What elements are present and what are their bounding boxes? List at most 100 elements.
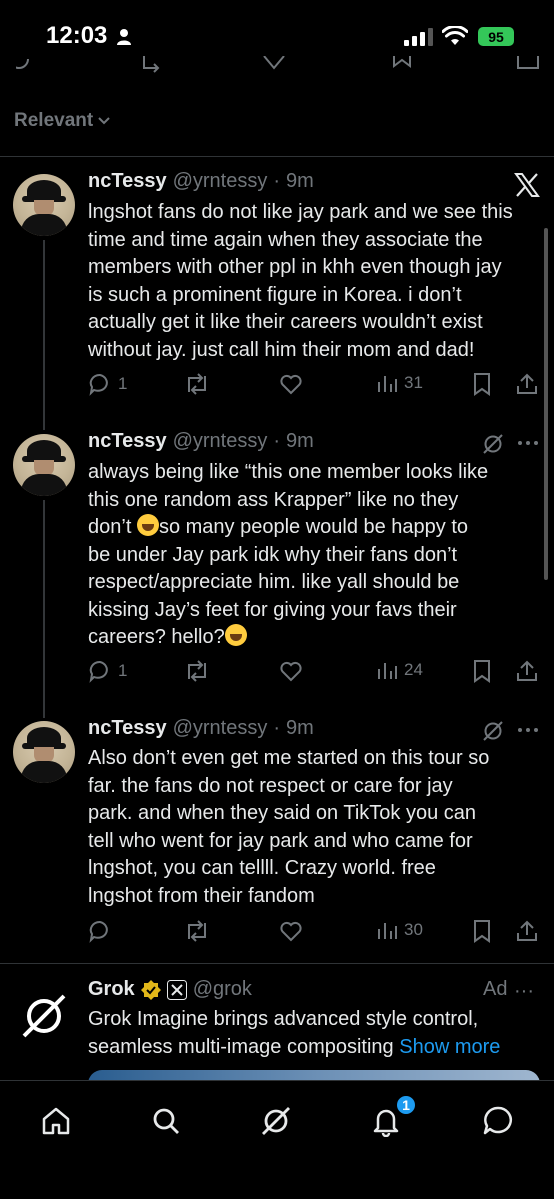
x-logo-icon[interactable]	[514, 172, 540, 198]
ad-author-name[interactable]: Grok	[88, 978, 135, 1001]
author-handle[interactable]: @yrntessy	[173, 170, 268, 193]
author-handle[interactable]: @yrntessy	[173, 717, 268, 740]
tweet-line: this one random ass Krapper” like no the…	[88, 488, 459, 511]
repost-icon[interactable]	[140, 56, 164, 76]
tweet-line: lngshot from their fandom	[88, 884, 315, 907]
grok-icon[interactable]	[482, 433, 504, 455]
scrollbar[interactable]	[544, 228, 548, 580]
tweet-line: without jay. just call him their mom and…	[88, 338, 475, 361]
like-button[interactable]	[279, 372, 309, 396]
views-chart-icon	[378, 376, 397, 392]
share-icon[interactable]	[516, 56, 540, 76]
tweet-text-fragment: don’t	[88, 516, 132, 538]
avatar[interactable]	[13, 174, 75, 236]
tweet-actions: 1 24	[88, 659, 540, 687]
previous-tweet-actions	[0, 56, 554, 76]
author-name[interactable]: ncTessy	[88, 717, 167, 740]
tweet-header: ncTessy @yrntessy · 9m	[88, 170, 314, 193]
bookmark-icon[interactable]	[471, 372, 493, 396]
ad-header: Grok @grok	[88, 978, 252, 1001]
avatar[interactable]	[13, 721, 75, 783]
author-handle[interactable]: @yrntessy	[173, 430, 268, 453]
tweet-line: actually get it like their careers would…	[88, 311, 483, 333]
repost-button[interactable]	[184, 372, 216, 396]
tweet-text: Also don’t even get me started on this t…	[88, 745, 540, 910]
reply-button[interactable]: 1	[88, 372, 127, 396]
share-icon[interactable]	[515, 919, 539, 943]
tweet-header: ncTessy @yrntessy · 9m	[88, 430, 314, 453]
tab-messages[interactable]	[478, 1101, 518, 1141]
views-button[interactable]: 30	[376, 919, 423, 941]
more-options-icon[interactable]	[517, 727, 539, 733]
tweet-line: park. and when they said on TikTok you c…	[88, 802, 477, 824]
more-options-icon[interactable]: ···	[514, 980, 534, 1003]
reply-icon	[89, 373, 108, 396]
reply-button[interactable]	[88, 919, 118, 943]
x-affiliate-badge-icon	[166, 979, 187, 1000]
tab-grok[interactable]	[256, 1101, 296, 1141]
tweet-header: ncTessy @yrntessy · 9m	[88, 717, 314, 740]
view-count: 30	[404, 920, 423, 939]
tweet-line: is such a prominent figure in Korea. i d…	[88, 283, 462, 306]
view-count: 24	[404, 660, 423, 679]
ad-text: Grok Imagine brings advanced style contr…	[88, 1006, 540, 1061]
reply-icon	[89, 920, 108, 943]
ad-author-handle[interactable]: @grok	[193, 978, 252, 1001]
ad-line: seamless multi-image compositing Show mo…	[88, 1034, 540, 1062]
share-icon[interactable]	[515, 372, 539, 396]
reply-icon[interactable]	[16, 56, 40, 76]
author-name[interactable]: ncTessy	[88, 170, 167, 193]
search-icon	[153, 1108, 179, 1134]
tweet-actions: 1 31	[88, 372, 540, 400]
views-button[interactable]: 31	[376, 372, 423, 394]
like-button[interactable]	[279, 919, 309, 943]
divider	[0, 963, 554, 964]
ad-text-fragment: seamless multi-image compositing	[88, 1035, 394, 1058]
ad-line: Grok Imagine brings advanced style contr…	[88, 1008, 479, 1030]
tab-search[interactable]	[146, 1101, 186, 1141]
tweet-line: kissing Jay’s feet for giving your favs …	[88, 598, 457, 621]
bookmark-icon[interactable]	[471, 659, 493, 683]
loudly-crying-face-emoji	[136, 514, 159, 536]
reply-icon	[89, 660, 108, 683]
share-icon[interactable]	[515, 659, 539, 683]
like-button[interactable]	[279, 659, 309, 683]
repost-button[interactable]	[184, 919, 216, 943]
chevron-down-icon	[98, 117, 110, 125]
view-count: 31	[404, 373, 423, 392]
repost-icon	[188, 373, 206, 395]
tweet-line: lngshot fans do not like jay park and we…	[88, 201, 513, 223]
avatar[interactable]	[13, 434, 75, 496]
repost-button[interactable]	[184, 659, 216, 683]
tweet-line: far. the fans do not respect or care for…	[88, 774, 453, 797]
tweet-actions: 30	[88, 919, 540, 947]
grok-icon[interactable]	[482, 720, 504, 742]
verified-badge-icon	[140, 979, 161, 1000]
more-options-icon[interactable]	[517, 440, 539, 446]
like-icon[interactable]	[262, 56, 286, 76]
reply-button[interactable]: 1	[88, 659, 127, 683]
tab-home[interactable]	[36, 1101, 76, 1141]
author-name[interactable]: ncTessy	[88, 430, 167, 453]
separator-dot: ·	[273, 430, 281, 452]
tweet-line: be under Jay park idk why their fans don…	[88, 543, 458, 566]
grok-logo-icon[interactable]	[18, 990, 70, 1042]
views-button[interactable]: 24	[376, 659, 423, 681]
show-more-link[interactable]: Show more	[399, 1036, 500, 1058]
tweet-line: don’t so many people would be happy to	[88, 514, 540, 542]
bottom-tab-bar	[0, 1080, 554, 1199]
sort-relevant-dropdown[interactable]: Relevant	[14, 110, 111, 132]
tweet-text-fragment: careers? hello?	[88, 626, 225, 648]
bookmark-icon[interactable]	[471, 919, 493, 943]
reply-count: 1	[118, 661, 128, 680]
tweet-line: lngshot, you can tellll. Crazy world. fr…	[88, 857, 436, 879]
person-icon	[117, 29, 131, 45]
wifi-icon	[442, 26, 468, 45]
thread-connector	[43, 240, 45, 430]
loudly-crying-face-emoji	[224, 624, 247, 646]
bookmark-icon[interactable]	[390, 56, 414, 76]
thread-connector	[43, 500, 45, 718]
heart-icon	[280, 921, 302, 942]
chat-bubble-icon	[483, 1106, 513, 1135]
tweet-text: always being like “this one member looks…	[88, 459, 540, 652]
